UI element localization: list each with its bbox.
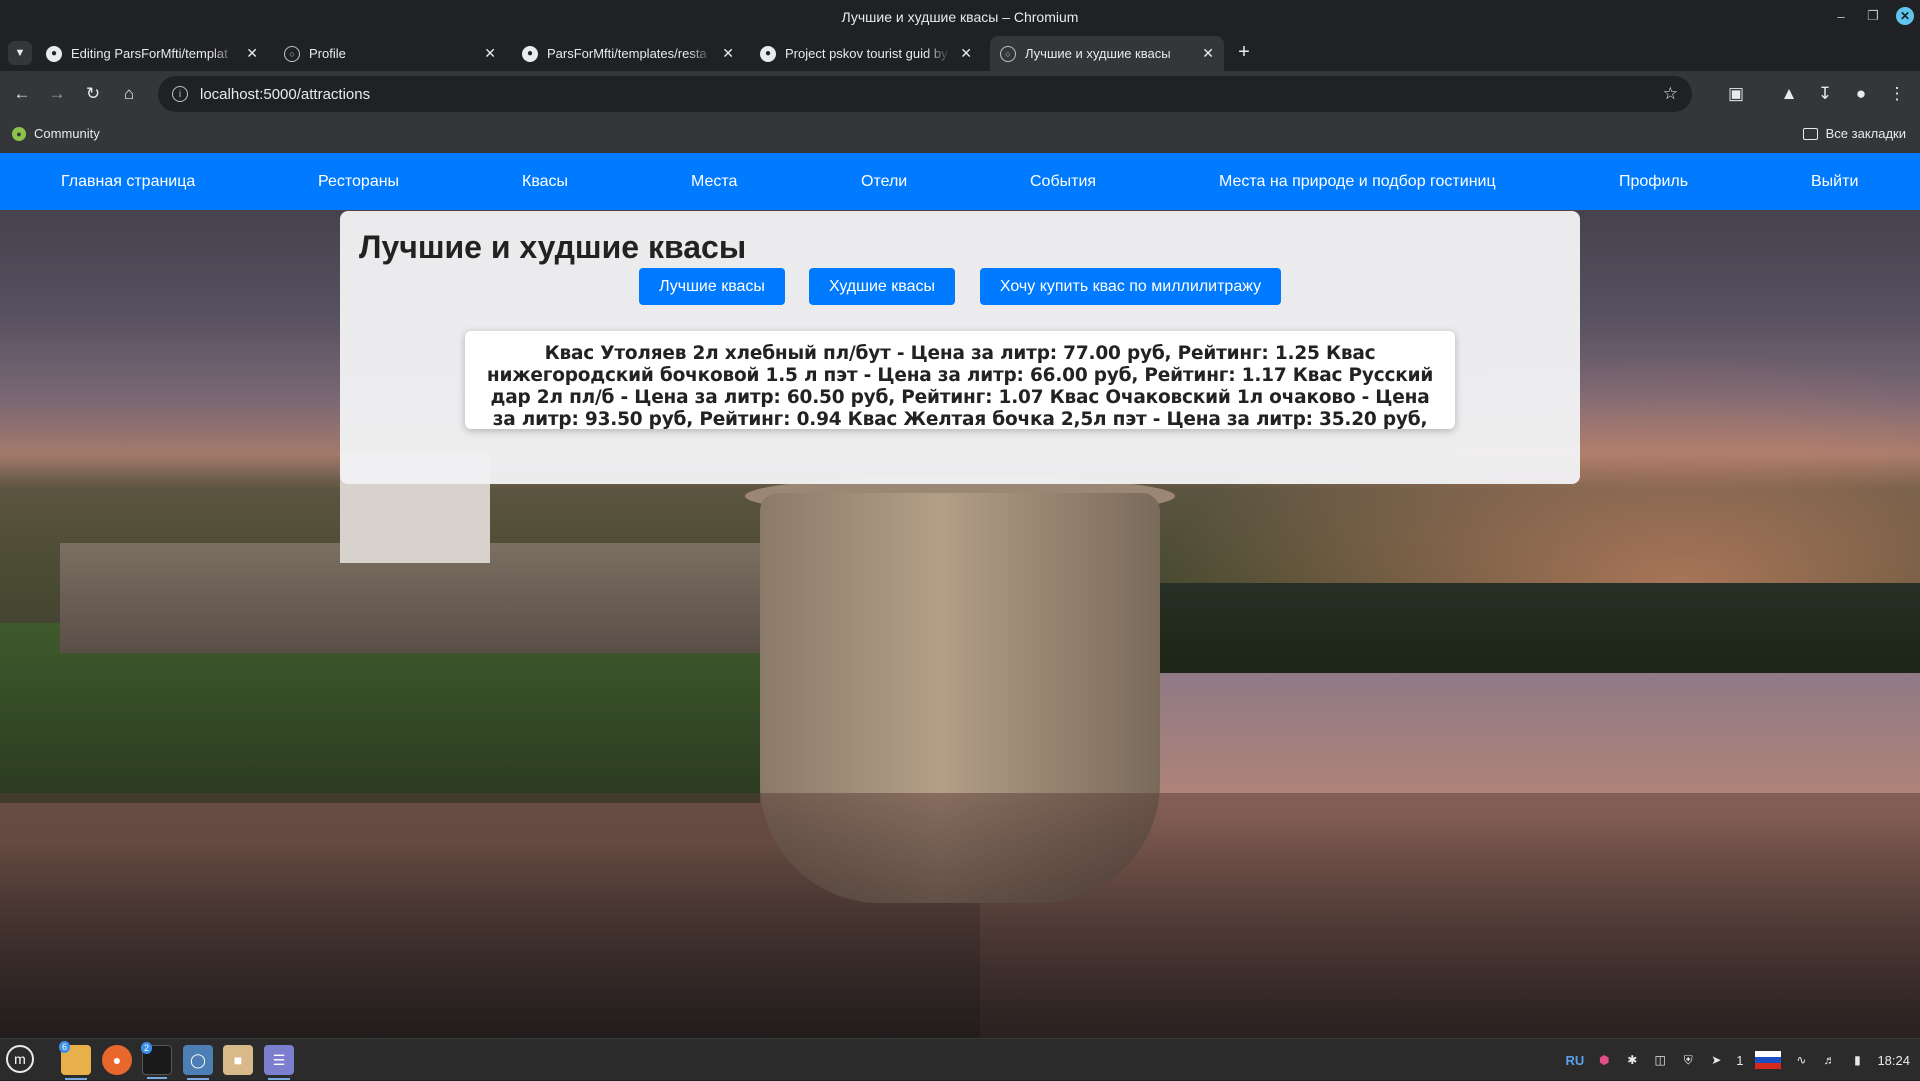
- close-window-icon[interactable]: ✕: [1896, 7, 1914, 25]
- russian-flag-icon[interactable]: [1755, 1051, 1782, 1069]
- volume-icon[interactable]: ♬: [1821, 1052, 1837, 1068]
- all-bookmarks[interactable]: Все закладки: [1802, 126, 1906, 141]
- minimize-icon[interactable]: –: [1832, 7, 1850, 25]
- forward-icon[interactable]: →: [45, 82, 69, 106]
- github-icon: ●: [46, 45, 62, 62]
- url-text: localhost:5000/attractions: [200, 85, 371, 103]
- reload-icon[interactable]: ↻: [81, 82, 105, 106]
- close-tab-icon[interactable]: ✕: [1202, 45, 1214, 62]
- download-icon[interactable]: ↧: [1813, 82, 1837, 106]
- close-tab-icon[interactable]: ✕: [484, 45, 496, 62]
- github-icon: ●: [522, 45, 538, 62]
- clipboard-icon[interactable]: ◫: [1652, 1052, 1668, 1068]
- files-icon[interactable]: 6: [59, 1041, 91, 1080]
- buy-by-ml-button[interactable]: Хочу купить квас по миллилитражу: [980, 268, 1281, 305]
- clock[interactable]: 18:24: [1877, 1053, 1910, 1068]
- folder-icon: [1802, 127, 1818, 140]
- page-title: Лучшие и худшие квасы: [359, 229, 747, 265]
- keyboard-layout[interactable]: RU: [1565, 1053, 1584, 1068]
- browser-frame: Лучшие и худшие квасы – Chromium – ❐ ✕ ▼…: [0, 0, 1920, 153]
- tab-label: Лучшие и худшие квасы: [1025, 46, 1171, 61]
- nav-restaurants[interactable]: Рестораны: [318, 153, 399, 210]
- page-viewport: Главная страница Рестораны Квасы Места О…: [0, 153, 1920, 1038]
- new-tab-icon[interactable]: +: [1232, 40, 1256, 64]
- archive-icon[interactable]: ■: [223, 1045, 253, 1075]
- system-tray: RU ⬢ ✱ ◫ ⛨ ➤ 1 ∿ ♬ ▮ 18:24: [1565, 1039, 1910, 1081]
- extensions-icon[interactable]: ▣: [1724, 82, 1748, 106]
- bluetooth-icon[interactable]: ✱: [1624, 1052, 1640, 1068]
- window-title: Лучшие и худшие квасы – Chromium: [841, 9, 1079, 25]
- notification-icon[interactable]: ➤: [1708, 1052, 1724, 1068]
- site-info-icon[interactable]: i: [172, 86, 188, 102]
- tab-project-pskov[interactable]: ● Project pskov tourist guid by ✕: [750, 36, 982, 71]
- terminal-badge: 2: [141, 1042, 153, 1054]
- kvass-card: Лучшие и худшие квасы Лучшие квасы Худши…: [340, 211, 1580, 484]
- tab-label: ParsForMfti/templates/resta: [547, 46, 707, 61]
- tab-kvass-active[interactable]: ○ Лучшие и худшие квасы ✕: [990, 36, 1224, 71]
- nav-home[interactable]: Главная страница: [61, 153, 195, 210]
- tab-strip: ▼ ● Editing ParsForMfti/templat ✕ ○ Prof…: [0, 34, 1920, 71]
- window-controls: – ❐ ✕: [1832, 7, 1914, 25]
- bookmark-community[interactable]: ● Community: [12, 126, 100, 141]
- home-icon[interactable]: ⌂: [117, 82, 141, 106]
- bookmark-label: Community: [34, 126, 100, 141]
- notification-count: 1: [1736, 1052, 1744, 1068]
- restore-icon[interactable]: ❐: [1864, 7, 1882, 25]
- kvass-result-box: Квас Утоляев 2л хлебный пл/бут - Цена за…: [465, 331, 1455, 429]
- nav-hotels[interactable]: Отели: [861, 153, 907, 210]
- firefox-icon[interactable]: ●: [102, 1045, 132, 1075]
- back-icon[interactable]: ←: [10, 82, 34, 106]
- tab-profile[interactable]: ○ Profile ✕: [274, 36, 506, 71]
- nav-kvass[interactable]: Квасы: [522, 153, 568, 210]
- tab-label: Profile: [309, 46, 346, 61]
- tab-label: Editing ParsForMfti/templat: [71, 46, 228, 61]
- github-icon: ●: [760, 45, 776, 62]
- worst-kvass-button[interactable]: Худшие квасы: [809, 268, 955, 305]
- community-icon: ●: [12, 126, 26, 141]
- tab-label: Project pskov tourist guid by: [785, 46, 948, 61]
- tab-editing-parsformfti[interactable]: ● Editing ParsForMfti/templat ✕: [36, 36, 268, 71]
- nav-logout[interactable]: Выйти: [1811, 153, 1858, 210]
- site-navbar: Главная страница Рестораны Квасы Места О…: [0, 153, 1920, 210]
- address-bar[interactable]: i localhost:5000/attractions ☆: [158, 76, 1692, 112]
- close-tab-icon[interactable]: ✕: [960, 45, 972, 62]
- menu-kebab-icon[interactable]: ⋮: [1885, 82, 1909, 106]
- nav-events[interactable]: События: [1030, 153, 1096, 210]
- labs-flask-icon[interactable]: ▲: [1777, 82, 1801, 106]
- tab-parsformfti-templates[interactable]: ● ParsForMfti/templates/resta ✕: [512, 36, 744, 71]
- mint-menu-icon[interactable]: m: [6, 1045, 34, 1073]
- globe-icon: ○: [1000, 45, 1016, 62]
- text-editor-icon[interactable]: ☰: [264, 1045, 294, 1080]
- wifi-icon[interactable]: ∿: [1793, 1052, 1809, 1068]
- terminal-icon[interactable]: 2: [141, 1042, 172, 1079]
- nav-places[interactable]: Места: [691, 153, 737, 210]
- taskbar: m 6 ● 2 ◯ ■ ☰ RU ⬢ ✱ ◫ ⛨ ➤ 1 ∿ ♬ ▮ 18:24: [0, 1038, 1920, 1080]
- bookmarks-bar: ● Community Все закладки: [0, 117, 1920, 153]
- files-badge: 6: [59, 1041, 71, 1053]
- bookmark-label: Все закладки: [1825, 126, 1906, 141]
- battery-icon[interactable]: ▮: [1849, 1052, 1865, 1068]
- tab-search-chevron-icon[interactable]: ▼: [8, 41, 32, 65]
- close-tab-icon[interactable]: ✕: [246, 45, 258, 62]
- nav-profile[interactable]: Профиль: [1619, 153, 1688, 210]
- chromium-icon[interactable]: ◯: [183, 1045, 213, 1080]
- nav-nature[interactable]: Места на природе и подбор гостиниц: [1219, 153, 1496, 210]
- close-tab-icon[interactable]: ✕: [722, 45, 734, 62]
- shield-icon[interactable]: ⛨: [1680, 1052, 1696, 1068]
- window-titlebar: Лучшие и худшие квасы – Chromium – ❐ ✕: [0, 0, 1920, 34]
- app-cube-icon[interactable]: ⬢: [1596, 1052, 1612, 1068]
- globe-icon: ○: [284, 45, 300, 62]
- best-kvass-button[interactable]: Лучшие квасы: [639, 268, 785, 305]
- bookmark-star-icon[interactable]: ☆: [1663, 84, 1678, 104]
- profile-avatar-icon[interactable]: ●: [1849, 82, 1873, 106]
- browser-toolbar: ← → ↻ ⌂ i localhost:5000/attractions ☆ ▣…: [0, 71, 1920, 117]
